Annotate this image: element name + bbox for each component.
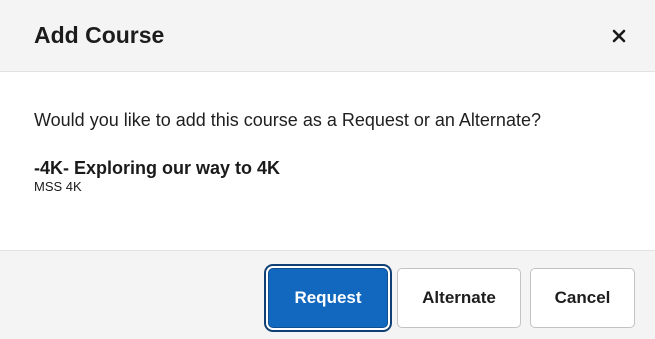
close-button[interactable] [604, 21, 634, 51]
close-icon [604, 21, 634, 51]
course-code: MSS 4K [34, 179, 82, 194]
dialog-body: Would you like to add this course as a R… [0, 72, 655, 250]
dialog-title: Add Course [34, 22, 165, 48]
cancel-button[interactable]: Cancel [530, 268, 635, 328]
add-course-dialog: Add Course Would you like to add this co… [0, 0, 655, 339]
request-button[interactable]: Request [268, 268, 388, 328]
prompt-text: Would you like to add this course as a R… [34, 110, 541, 130]
course-title: -4K- Exploring our way to 4K [34, 158, 281, 178]
dialog-footer: Request Alternate Cancel [0, 250, 655, 339]
alternate-button[interactable]: Alternate [397, 268, 521, 328]
dialog-header: Add Course [0, 0, 655, 72]
